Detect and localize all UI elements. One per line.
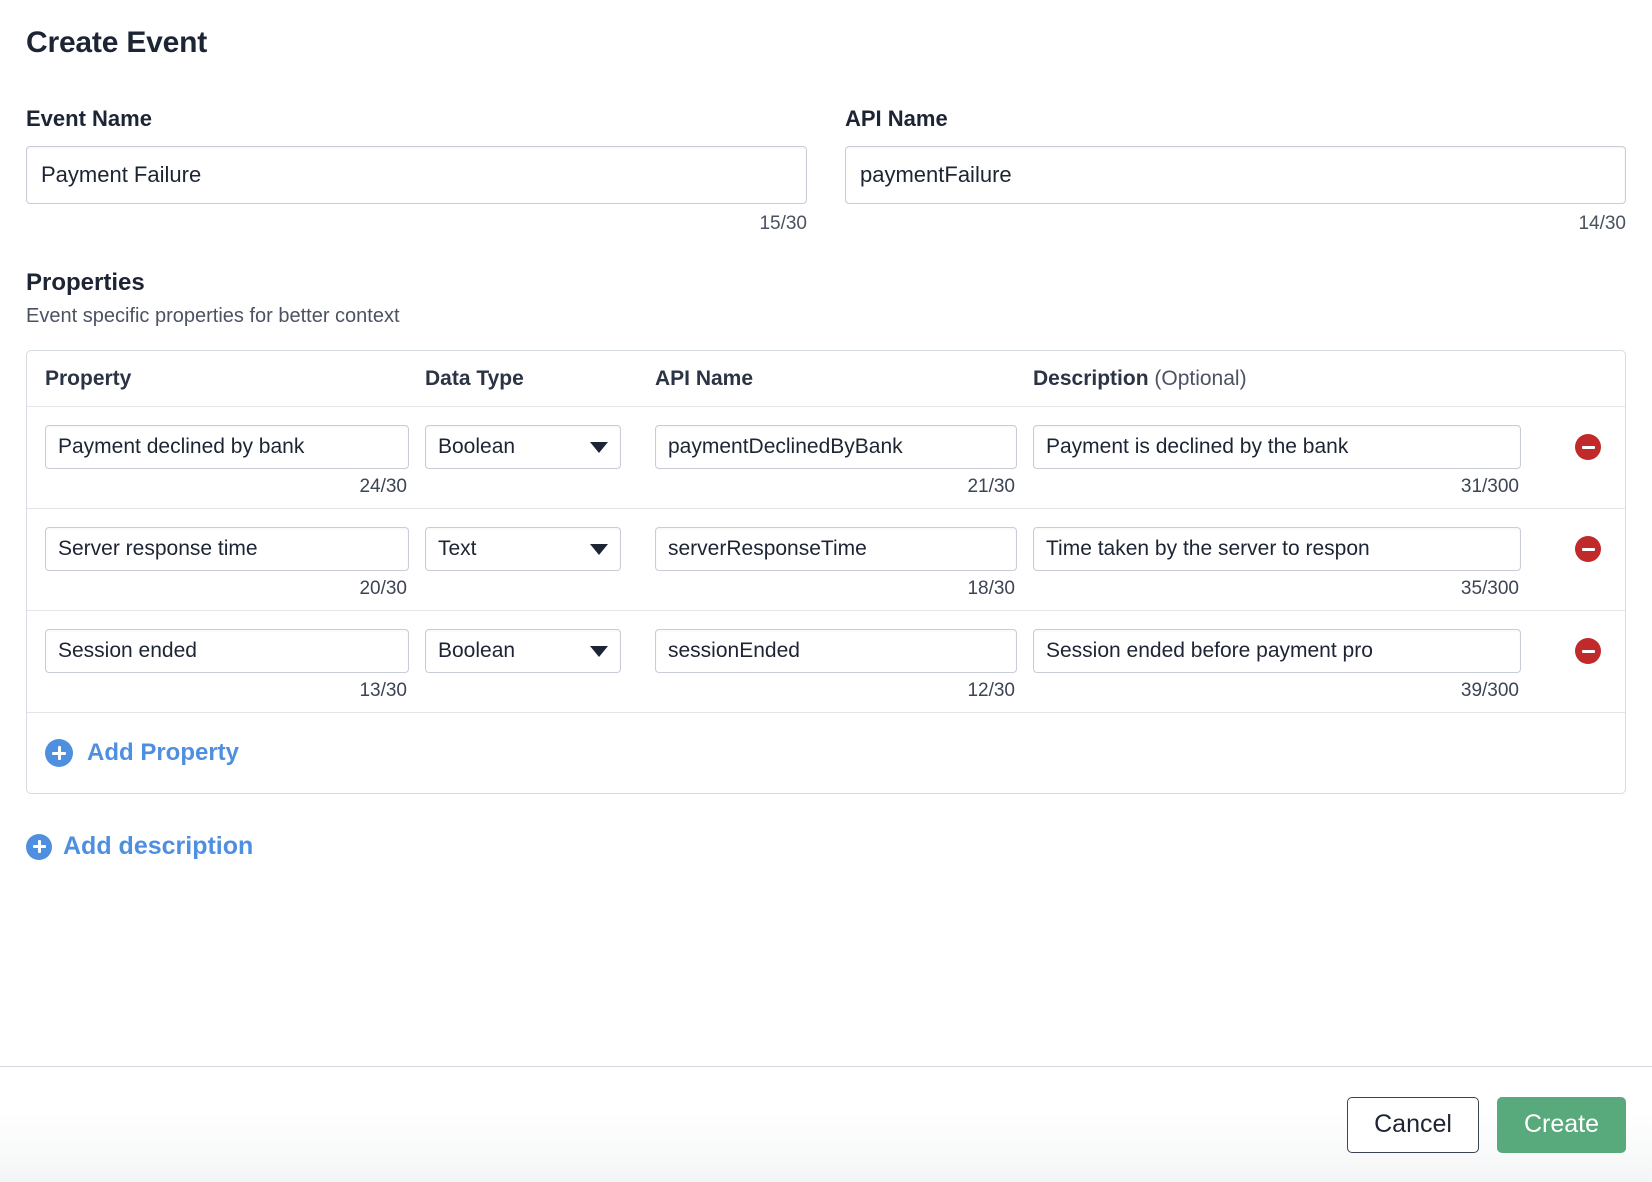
property-description-input[interactable] bbox=[1033, 629, 1521, 673]
dialog-footer: Cancel Create bbox=[0, 1066, 1652, 1182]
table-row: 13/30 Boolean 12/30 bbox=[27, 611, 1625, 713]
dialog-body: Create Event Event Name 15/30 API Name 1… bbox=[0, 0, 1652, 1066]
event-name-counter: 15/30 bbox=[759, 213, 807, 234]
property-api-name-counter: 18/30 bbox=[967, 578, 1015, 599]
chevron-down-icon bbox=[590, 645, 608, 657]
property-api-name-counter: 21/30 bbox=[967, 476, 1015, 497]
property-description-input[interactable] bbox=[1033, 527, 1521, 571]
column-header-description-text: Description bbox=[1033, 366, 1149, 390]
data-type-value: Boolean bbox=[438, 435, 516, 458]
property-name-input[interactable] bbox=[45, 527, 409, 571]
event-name-label: Event Name bbox=[26, 106, 152, 131]
cancel-button[interactable]: Cancel bbox=[1347, 1096, 1479, 1153]
remove-property-cell bbox=[1537, 425, 1607, 469]
plus-circle-icon bbox=[26, 833, 52, 860]
property-api-name-counter: 12/30 bbox=[967, 680, 1015, 701]
event-name-field-group: Event Name 15/30 bbox=[26, 106, 807, 235]
event-name-input[interactable] bbox=[26, 146, 807, 204]
property-name-counter: 20/30 bbox=[359, 578, 407, 599]
column-header-description: Description (Optional) bbox=[1033, 367, 1537, 391]
chevron-down-icon bbox=[590, 441, 608, 453]
data-type-select[interactable]: Text bbox=[425, 527, 621, 571]
property-api-name-input[interactable] bbox=[655, 629, 1017, 673]
add-property-label: Add Property bbox=[87, 739, 240, 766]
api-name-cell: 12/30 bbox=[655, 629, 1033, 702]
property-description-counter: 31/300 bbox=[1460, 476, 1519, 497]
property-name-input[interactable] bbox=[45, 629, 409, 673]
property-name-counter: 24/30 bbox=[359, 476, 407, 497]
property-api-name-input[interactable] bbox=[655, 527, 1017, 571]
property-cell: 24/30 bbox=[45, 425, 425, 498]
api-name-field-group: API Name 14/30 bbox=[845, 106, 1626, 235]
properties-section-subtitle: Event specific properties for better con… bbox=[26, 305, 400, 327]
property-api-name-input[interactable] bbox=[655, 425, 1017, 469]
property-description-counter: 39/300 bbox=[1460, 680, 1519, 701]
column-header-description-optional: (Optional) bbox=[1154, 366, 1247, 390]
data-type-select[interactable]: Boolean bbox=[425, 629, 621, 673]
description-cell: 31/300 bbox=[1033, 425, 1537, 498]
description-cell: 35/300 bbox=[1033, 527, 1537, 600]
minus-circle-icon[interactable] bbox=[1575, 434, 1601, 460]
properties-table-header: Property Data Type API Name Description … bbox=[27, 351, 1625, 407]
add-description-label: Add description bbox=[63, 832, 254, 860]
data-type-value: Boolean bbox=[438, 639, 516, 662]
property-description-input[interactable] bbox=[1033, 425, 1521, 469]
api-name-cell: 21/30 bbox=[655, 425, 1033, 498]
property-description-counter: 35/300 bbox=[1460, 578, 1519, 599]
minus-circle-icon[interactable] bbox=[1575, 536, 1601, 562]
minus-circle-icon[interactable] bbox=[1575, 638, 1601, 664]
remove-property-cell bbox=[1537, 527, 1607, 571]
property-name-input[interactable] bbox=[45, 425, 409, 469]
property-cell: 20/30 bbox=[45, 527, 425, 600]
plus-circle-icon bbox=[45, 739, 73, 767]
api-name-counter: 14/30 bbox=[1578, 213, 1626, 234]
data-type-cell: Boolean bbox=[425, 425, 655, 498]
api-name-input[interactable] bbox=[845, 146, 1626, 204]
create-event-dialog: Create Event Event Name 15/30 API Name 1… bbox=[0, 0, 1652, 1182]
description-cell: 39/300 bbox=[1033, 629, 1537, 702]
chevron-down-icon bbox=[590, 543, 608, 555]
properties-section-title: Properties bbox=[26, 269, 145, 296]
create-button[interactable]: Create bbox=[1496, 1096, 1626, 1153]
data-type-select[interactable]: Boolean bbox=[425, 425, 621, 469]
data-type-value: Text bbox=[438, 537, 477, 560]
table-row: 24/30 Boolean 21/30 bbox=[27, 407, 1625, 509]
properties-table: Property Data Type API Name Description … bbox=[26, 350, 1626, 794]
property-name-counter: 13/30 bbox=[359, 680, 407, 701]
page-title: Create Event bbox=[26, 26, 208, 59]
api-name-label: API Name bbox=[845, 106, 948, 131]
add-property-button[interactable]: Add Property bbox=[27, 713, 1625, 793]
remove-property-cell bbox=[1537, 629, 1607, 673]
column-header-data-type: Data Type bbox=[425, 366, 524, 390]
data-type-cell: Text bbox=[425, 527, 655, 600]
api-name-cell: 18/30 bbox=[655, 527, 1033, 600]
add-description-button[interactable]: Add description bbox=[26, 832, 1626, 861]
column-header-property: Property bbox=[45, 366, 132, 390]
data-type-cell: Boolean bbox=[425, 629, 655, 702]
column-header-api-name: API Name bbox=[655, 366, 754, 390]
property-cell: 13/30 bbox=[45, 629, 425, 702]
table-row: 20/30 Text 18/30 bbox=[27, 509, 1625, 611]
top-fields-group: Event Name 15/30 API Name 14/30 bbox=[26, 106, 1626, 235]
